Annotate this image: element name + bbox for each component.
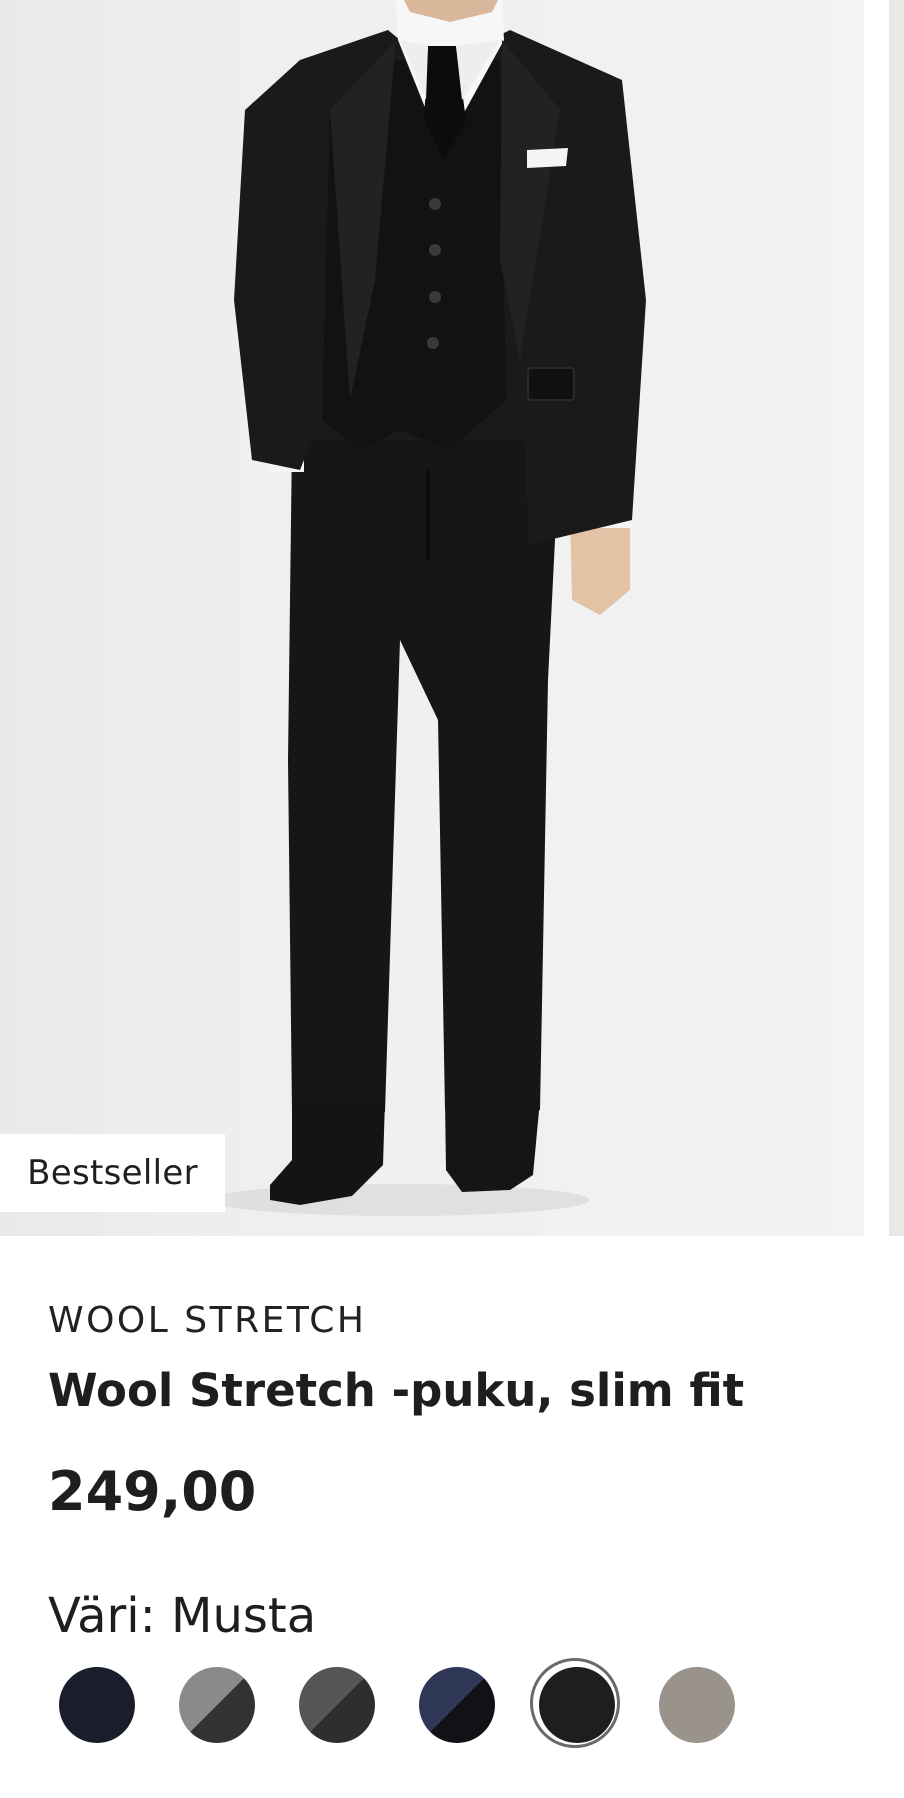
product-title: Wool Stretch -puku, slim fit xyxy=(48,1364,745,1417)
color-swatch[interactable] xyxy=(59,1667,135,1743)
product-brand[interactable]: WOOL STRETCH xyxy=(48,1300,366,1341)
color-swatch-list xyxy=(0,1658,904,1760)
product-photo[interactable] xyxy=(0,0,864,1236)
color-swatch[interactable] xyxy=(530,1658,620,1748)
color-swatch[interactable] xyxy=(179,1667,255,1743)
color-swatch[interactable] xyxy=(419,1667,495,1743)
selected-color-name: Musta xyxy=(171,1588,317,1644)
product-image-gallery[interactable]: Bestseller xyxy=(0,0,904,1236)
color-swatch[interactable] xyxy=(659,1667,735,1743)
next-image-peek[interactable] xyxy=(889,0,904,1236)
color-label: Väri: xyxy=(48,1588,156,1644)
suit-model-illustration xyxy=(210,0,646,1216)
bestseller-badge: Bestseller xyxy=(0,1134,225,1212)
color-swatch[interactable] xyxy=(299,1667,375,1743)
product-price: 249,00 xyxy=(48,1460,257,1523)
color-selector-label: Väri: Musta xyxy=(48,1588,316,1644)
